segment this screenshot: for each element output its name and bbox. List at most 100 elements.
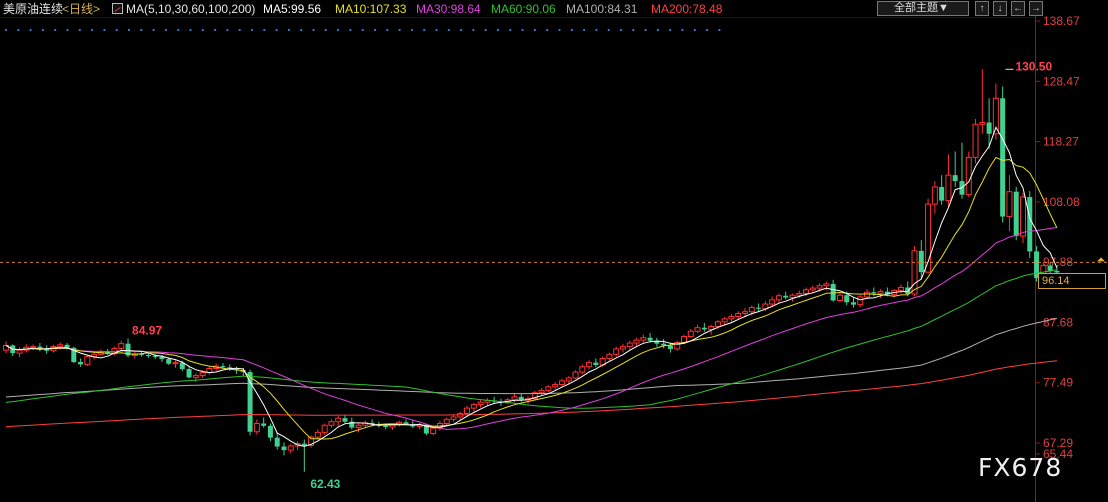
candle-body: [714, 321, 721, 328]
candle-body: [721, 318, 728, 323]
price-annotation: 62.43: [310, 477, 340, 491]
top-dot-marker: [324, 28, 327, 32]
top-dot-marker: [558, 28, 561, 32]
top-dot-marker: [250, 28, 254, 32]
candle-body: [877, 291, 884, 294]
candle-body: [118, 343, 125, 349]
candle-body: [443, 418, 450, 424]
top-dot-marker: [177, 28, 180, 32]
candle-body: [851, 302, 856, 305]
candle-body: [328, 421, 335, 426]
y-tick-label: 108.08: [1043, 195, 1080, 209]
candle-body: [796, 292, 803, 296]
candle-body: [166, 359, 172, 364]
candle-body: [613, 348, 620, 355]
candle-body: [552, 383, 559, 388]
candle-body: [783, 295, 789, 298]
top-dot-marker: [4, 28, 8, 32]
top-dot-marker: [570, 28, 573, 32]
candle-body: [152, 356, 158, 358]
top-dot-marker: [373, 28, 377, 32]
top-dot-marker: [238, 28, 241, 32]
top-dot-marker: [189, 28, 192, 32]
top-dot-marker: [644, 28, 647, 32]
top-dot-marker: [509, 28, 512, 32]
candle-body: [606, 353, 613, 359]
top-dot-marker: [583, 28, 586, 32]
top-dot-marker: [152, 28, 155, 32]
candle-body: [430, 427, 437, 435]
top-dot-marker: [718, 28, 721, 32]
y-tick-label: 87.68: [1043, 315, 1073, 329]
top-dot-marker: [386, 28, 389, 32]
top-dot-marker: [349, 28, 352, 32]
candle-body: [823, 283, 830, 287]
candle-body: [769, 299, 776, 305]
ma30-line: [5, 226, 1057, 431]
top-dot-marker: [693, 28, 696, 32]
candle-body: [864, 291, 871, 298]
top-dot-marker: [460, 28, 463, 32]
price-marker-arrow: [1097, 257, 1105, 262]
candle-body: [1013, 191, 1019, 237]
candle-body: [701, 327, 707, 330]
candle-body: [464, 407, 471, 414]
candle-body: [1000, 98, 1006, 217]
candle-body: [979, 122, 986, 125]
top-dot-marker: [398, 28, 401, 32]
candle-body: [558, 380, 565, 385]
candle-body: [728, 315, 735, 320]
candle-body: [789, 294, 796, 299]
candle-body: [16, 349, 23, 354]
candlestick-chart[interactable]: 138.67128.47118.27108.0897.8887.6877.496…: [0, 0, 1108, 502]
y-tick-label: 118.27: [1043, 135, 1079, 149]
price-annotation: 130.50: [1015, 59, 1052, 73]
candle-body: [911, 250, 918, 295]
top-dot-marker: [533, 28, 537, 32]
candle-body: [871, 292, 877, 294]
candle-body: [545, 386, 552, 391]
candle-body: [57, 344, 64, 348]
top-dot-marker: [595, 28, 598, 32]
candle-body: [274, 437, 280, 447]
top-dot-marker: [312, 28, 315, 32]
candle-body: [220, 366, 226, 368]
candle-body: [830, 283, 836, 301]
candle-body: [450, 416, 457, 420]
ma5-line: [5, 126, 1058, 447]
candle-body: [253, 422, 260, 433]
candle-body: [383, 425, 389, 428]
candle-body: [687, 330, 694, 338]
top-dot-marker: [201, 28, 204, 32]
candle-body: [335, 417, 342, 423]
candle-body: [342, 418, 348, 422]
candle-body: [742, 311, 749, 315]
top-dot-marker: [656, 28, 660, 32]
top-dot-marker: [337, 28, 340, 32]
candle-body: [579, 366, 586, 373]
candle-body: [667, 345, 673, 349]
candle-body: [619, 346, 626, 350]
top-dot-marker: [287, 28, 290, 32]
top-dot-marker: [607, 28, 610, 32]
candle-body: [538, 389, 545, 394]
top-dot-marker: [78, 28, 81, 32]
ma10-line: [5, 156, 1058, 440]
candle-body: [756, 307, 762, 309]
top-dot-marker: [41, 28, 45, 32]
top-dot-marker: [361, 28, 364, 32]
candle-body: [30, 346, 37, 349]
candle-body: [593, 362, 599, 365]
candle-body: [647, 337, 653, 341]
candle-body: [931, 186, 938, 205]
candle-body: [803, 289, 810, 294]
candle-body: [694, 327, 701, 332]
top-dot-marker: [681, 28, 684, 32]
candle-body: [321, 424, 328, 433]
candle-body: [775, 295, 782, 301]
candle-body: [809, 287, 816, 291]
y-tick-label: 128.47: [1043, 74, 1080, 88]
candle-body: [918, 250, 924, 273]
candle-body: [287, 445, 294, 451]
candle-body: [565, 377, 572, 382]
